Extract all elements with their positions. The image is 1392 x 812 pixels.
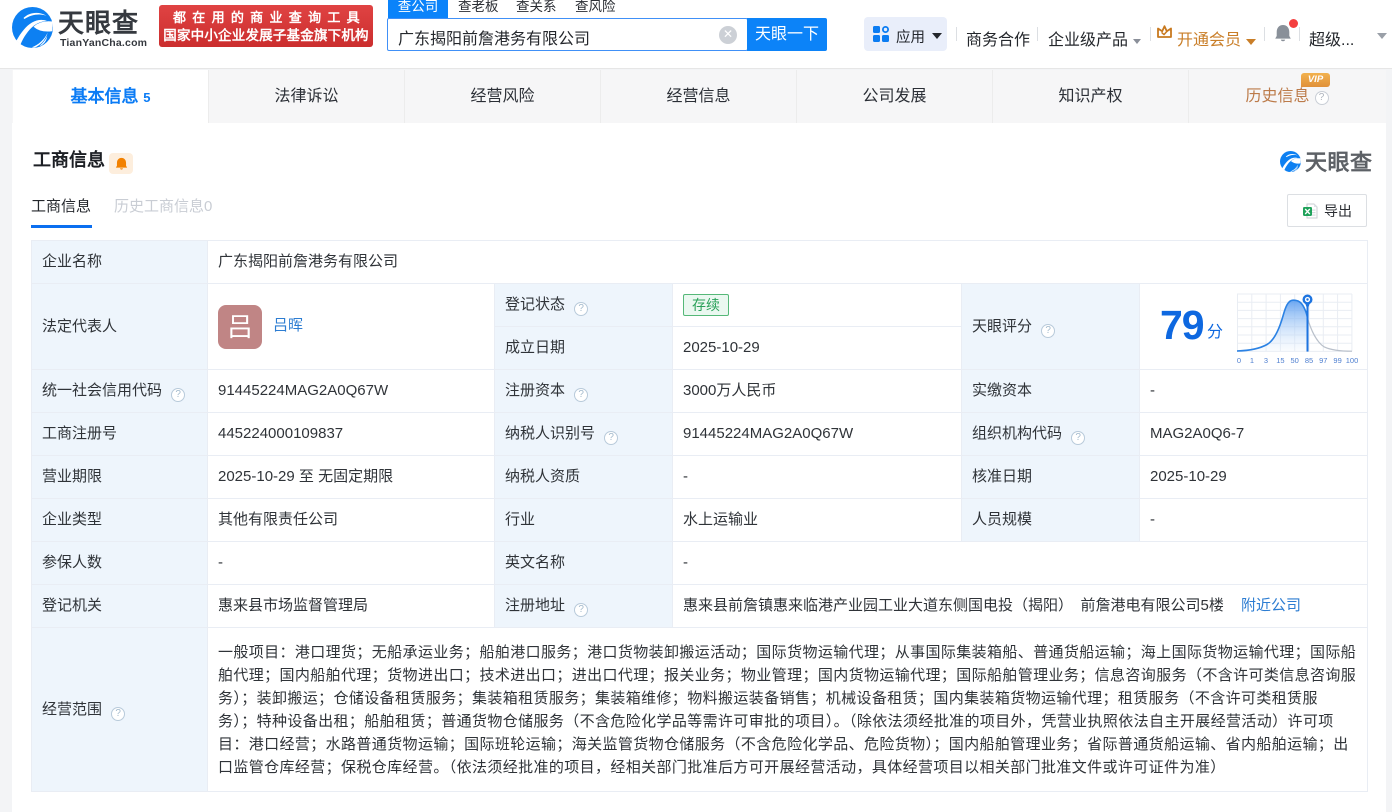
svg-text:97: 97 [1319,356,1327,365]
svg-text:100: 100 [1346,356,1359,365]
svg-text:99: 99 [1333,356,1341,365]
svg-text:50: 50 [1291,356,1299,365]
svg-text:15: 15 [1276,356,1284,365]
svg-text:3: 3 [1264,356,1268,365]
svg-text:0: 0 [1237,356,1241,365]
svg-text:1: 1 [1250,356,1254,365]
svg-text:85: 85 [1305,356,1313,365]
